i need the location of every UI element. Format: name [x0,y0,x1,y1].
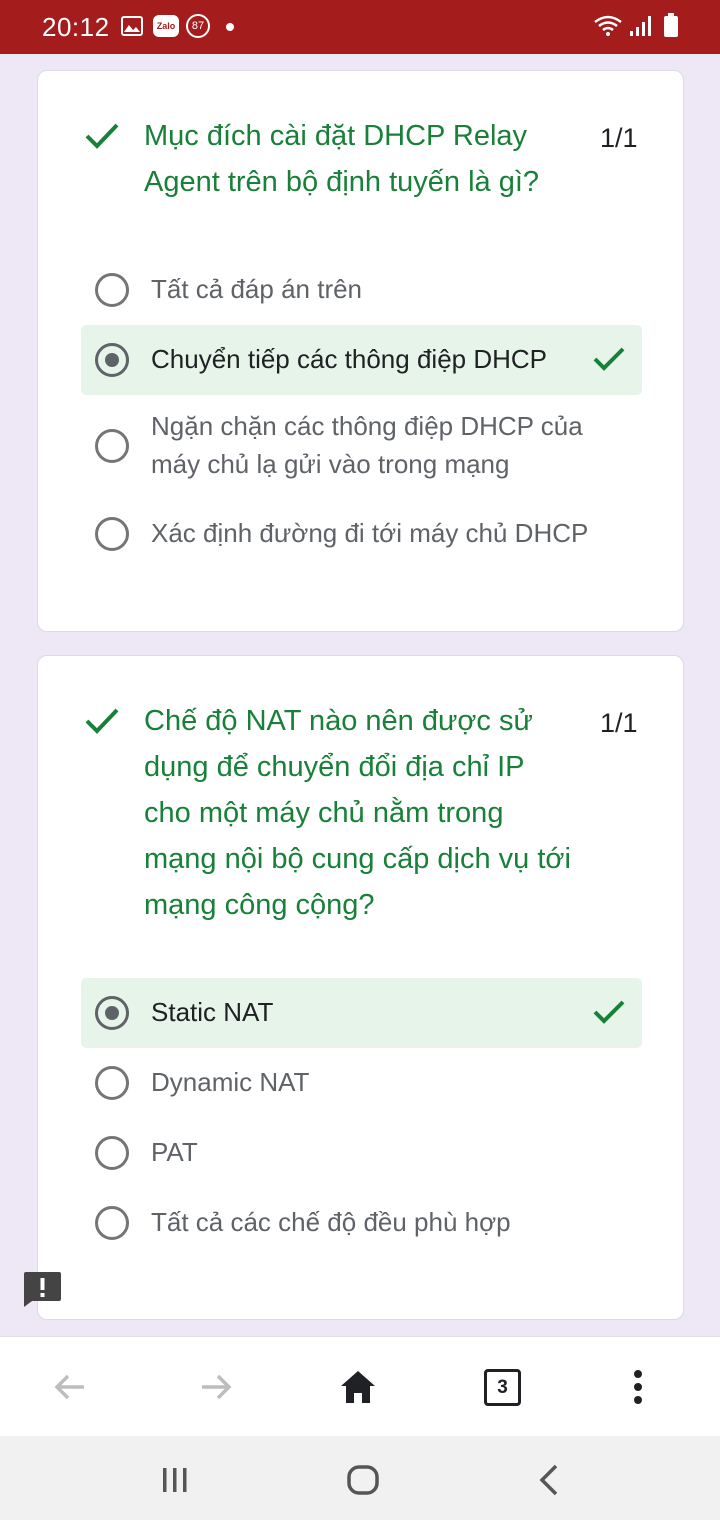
forward-arrow-icon[interactable] [196,1367,236,1407]
recent-apps-icon[interactable] [155,1460,195,1500]
answer-option-selected[interactable]: Static NAT [81,978,642,1048]
gallery-icon [121,16,143,36]
option-label: Chuyển tiếp các thông điệp DHCP [151,344,548,374]
answer-option[interactable]: Tất cả các chế độ đều phù hợp [81,1188,642,1258]
browser-toolbar: 3 [0,1336,720,1436]
check-icon [85,708,119,734]
answer-option[interactable]: Ngặn chặn các thông điệp DHCP của máy ch… [81,401,642,491]
question-title: Chế độ NAT nào nên được sử dụng để chuyể… [144,705,571,921]
system-nav-bar [0,1436,720,1520]
dot-icon [226,23,234,31]
radio-button[interactable] [95,1206,129,1240]
radio-button-checked[interactable] [95,343,129,377]
more-vert-icon[interactable] [618,1367,658,1407]
notification-badge: 87 [186,14,210,38]
radio-button[interactable] [95,1066,129,1100]
status-time: 20:12 [42,12,110,42]
question-score: 1/1 [600,708,638,738]
answer-option[interactable]: Dynamic NAT [81,1048,642,1118]
answer-option-selected[interactable]: Chuyển tiếp các thông điệp DHCP [81,325,642,395]
back-arrow-icon[interactable] [50,1367,90,1407]
question-card: Mục đích cài đặt DHCP Relay Agent trên b… [37,70,684,632]
answer-option[interactable]: Tất cả đáp án trên [81,255,642,325]
wifi-icon [594,15,622,36]
option-label: Tất cả các chế độ đều phù hợp [151,1207,511,1237]
answer-option[interactable]: PAT [81,1118,642,1188]
option-label: Ngặn chặn các thông điệp DHCP của máy ch… [151,411,583,479]
question-card: Chế độ NAT nào nên được sử dụng để chuyể… [37,655,684,1320]
status-bar: 20:12 Zalo 87 [0,0,720,54]
tab-switcher-button[interactable]: 3 [484,1369,521,1406]
option-label: Static NAT [151,997,274,1027]
radio-button-checked[interactable] [95,996,129,1030]
zalo-icon: Zalo [153,15,179,37]
feedback-icon[interactable] [24,1272,61,1307]
check-icon [85,123,119,149]
battery-icon [664,13,678,37]
answer-option[interactable]: Xác định đường đi tới máy chủ DHCP [81,499,642,569]
question-score: 1/1 [600,123,638,153]
home-icon[interactable] [338,1367,378,1407]
home-button-icon[interactable] [343,1460,383,1500]
option-label: Tất cả đáp án trên [151,274,363,304]
radio-button[interactable] [95,273,129,307]
check-icon [593,1000,625,1024]
radio-button[interactable] [95,1136,129,1170]
option-label: Xác định đường đi tới máy chủ DHCP [151,518,589,548]
question-title: Mục đích cài đặt DHCP Relay Agent trên b… [144,120,540,198]
check-icon [593,347,625,371]
nav-back-icon[interactable] [530,1460,570,1500]
radio-button[interactable] [95,517,129,551]
option-label: PAT [151,1137,198,1167]
signal-icon [630,16,651,36]
radio-button[interactable] [95,429,129,463]
option-label: Dynamic NAT [151,1067,310,1097]
